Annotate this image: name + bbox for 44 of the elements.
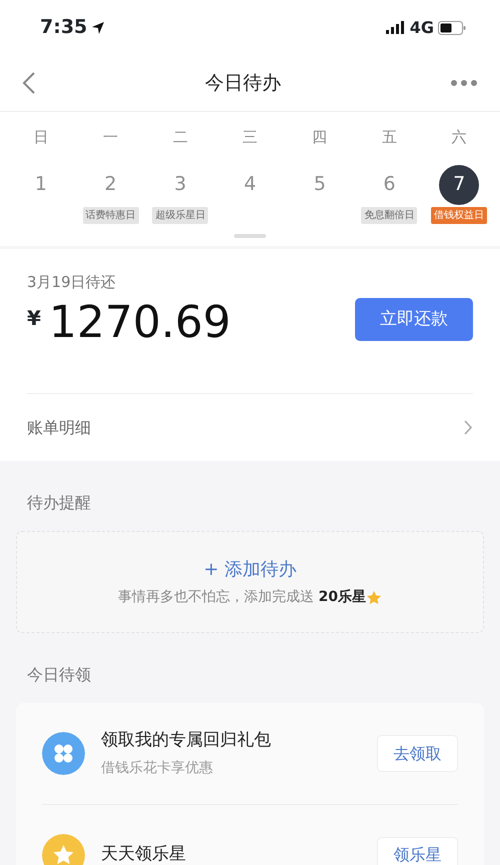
- hint-text: 事情再多也不怕忘，添加完成送 20乐星: [118, 588, 366, 607]
- task-subtitle: 借钱乐花卡享优惠: [101, 758, 214, 778]
- calendar-day[interactable]: 3: [160, 164, 200, 204]
- bill-details-link[interactable]: 账单明细: [27, 416, 91, 440]
- section-heading: 今日待领: [26, 664, 92, 686]
- day-tag: 借钱权益日: [431, 206, 488, 224]
- network-label: 4G: [410, 16, 434, 38]
- day-tag: 话费特惠日: [82, 206, 139, 224]
- signal-icon: [386, 21, 406, 34]
- clock-time: 7:35: [40, 15, 88, 40]
- task-title: 领取我的专属回归礼包: [101, 729, 272, 752]
- chevron-right-icon[interactable]: [464, 420, 473, 435]
- weekday-label: 三: [242, 127, 258, 148]
- due-label: 3月19日待还: [27, 272, 117, 292]
- weekday-label: 六: [452, 127, 467, 148]
- add-todo-panel[interactable]: + 添加待办 事情再多也不怕忘，添加完成送 20乐星: [16, 531, 484, 633]
- calendar-day[interactable]: 2: [90, 164, 131, 204]
- weekday-label: 日: [33, 127, 48, 148]
- day-tag: 免息翻倍日: [361, 206, 418, 224]
- calendar-day[interactable]: 5: [300, 164, 340, 204]
- battery-icon: [438, 20, 466, 34]
- section-heading: 待办提醒: [26, 492, 92, 514]
- weekday-label: 一: [103, 127, 118, 148]
- calendar-day[interactable]: 4: [230, 164, 270, 204]
- page-title: 今日待办: [205, 70, 281, 96]
- claim-button[interactable]: 去领取: [377, 735, 458, 772]
- claim-button[interactable]: 领乐星: [377, 836, 458, 865]
- calendar-day[interactable]: 6: [369, 164, 410, 204]
- star-icon: [366, 590, 382, 606]
- task-title: 天天领乐星: [101, 843, 187, 865]
- day-tag: 超级乐星日: [152, 206, 208, 224]
- add-todo-link[interactable]: + 添加待办: [204, 556, 296, 583]
- calendar-day[interactable]: 1: [20, 164, 61, 204]
- drag-handle[interactable]: [234, 234, 266, 238]
- back-icon[interactable]: [22, 71, 36, 95]
- repay-button[interactable]: 立即还款: [355, 298, 473, 341]
- location-arrow-icon: [91, 20, 106, 34]
- more-icon[interactable]: [450, 79, 478, 87]
- weekday-label: 二: [172, 127, 188, 148]
- weekday-label: 五: [382, 127, 397, 148]
- weekday-label: 四: [312, 127, 328, 148]
- currency-symbol: ¥: [27, 305, 41, 332]
- calendar-day[interactable]: 7: [439, 164, 480, 204]
- amount-due: 1270.69: [48, 301, 231, 345]
